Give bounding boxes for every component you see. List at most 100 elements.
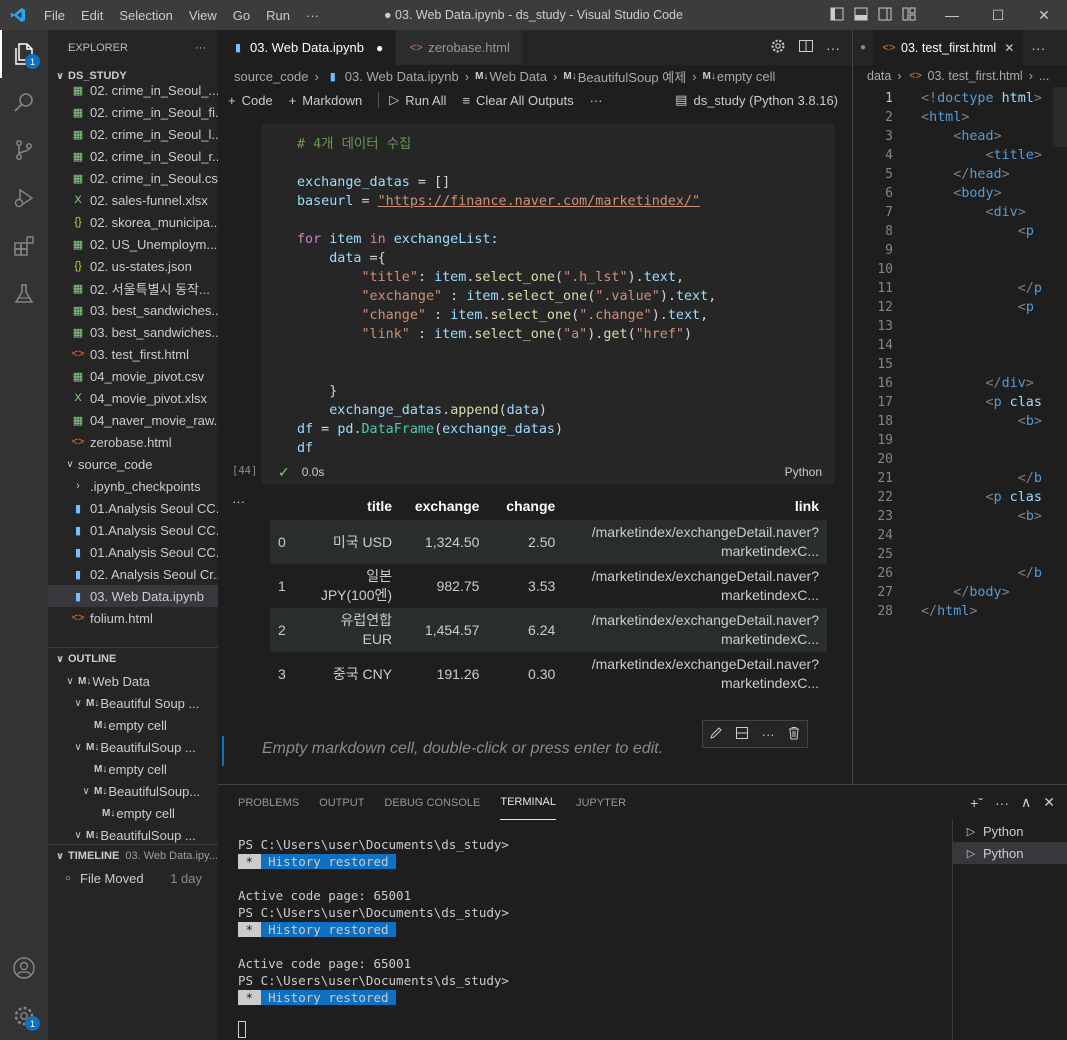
menu-run[interactable]: Run: [258, 8, 298, 23]
toggle-secondary-sidebar-icon[interactable]: [878, 7, 892, 24]
outline-item[interactable]: ∨ M↓ Beautiful Soup ...: [48, 692, 218, 714]
file-item[interactable]: ▦ 03. best_sandwiches...: [48, 321, 218, 343]
crumb-folder[interactable]: data: [867, 69, 891, 83]
file-item[interactable]: ▮ 01.Analysis Seoul CC...: [48, 519, 218, 541]
explorer-more-icon[interactable]: ···: [195, 42, 206, 54]
add-code-button[interactable]: + Code: [228, 93, 273, 108]
markdown-cell-placeholder[interactable]: Empty markdown cell, double-click or pre…: [262, 740, 663, 758]
toggle-sidebar-icon[interactable]: [830, 7, 844, 24]
split-cell-icon[interactable]: [735, 726, 749, 743]
file-item[interactable]: ▦ 02. crime_in_Seoul_r...: [48, 145, 218, 167]
code-cell[interactable]: # 4개 데이터 수집 exchange_datas = [] baseurl …: [262, 124, 834, 484]
split-editor-icon[interactable]: [798, 38, 814, 57]
file-item[interactable]: ▦ 02. crime_in_Seoul_...: [48, 79, 218, 101]
code-area[interactable]: 1 <!doctype html> 2 <html> 3 <head> 4 <title>…: [853, 87, 1067, 784]
new-terminal-icon[interactable]: +ˇ: [970, 795, 983, 811]
outline-item[interactable]: M↓ empty cell: [48, 714, 218, 736]
menu-edit[interactable]: Edit: [73, 8, 111, 23]
minimap[interactable]: [1053, 87, 1067, 147]
explorer-icon[interactable]: 1: [0, 30, 48, 78]
close-panel-icon[interactable]: ✕: [1043, 794, 1055, 811]
maximize-panel-icon[interactable]: ∧: [1021, 794, 1031, 811]
file-item[interactable]: <> 03. test_first.html: [48, 343, 218, 365]
file-item[interactable]: ▦ 02. 서울특별시 동작...: [48, 277, 218, 299]
run-debug-icon[interactable]: [0, 174, 48, 222]
crumb-folder[interactable]: source_code: [234, 69, 308, 84]
menu-more[interactable]: ···: [298, 8, 327, 23]
file-item[interactable]: <> zerobase.html: [48, 431, 218, 453]
file-item[interactable]: ▦ 03. best_sandwiches...: [48, 299, 218, 321]
file-item[interactable]: X 02. sales-funnel.xlsx: [48, 189, 218, 211]
timeline-header[interactable]: ∨ TIMELINE 03. Web Data.ipy...: [48, 845, 218, 867]
terminal-cursor[interactable]: [238, 1021, 246, 1038]
menu-file[interactable]: File: [36, 8, 73, 23]
outline-item[interactable]: M↓ empty cell: [48, 758, 218, 780]
crumb-file[interactable]: 03. test_first.html: [928, 69, 1023, 83]
tab-web-data[interactable]: ▮ 03. Web Data.ipynb ●: [218, 30, 397, 65]
crumb-more[interactable]: ...: [1039, 69, 1049, 83]
menu-view[interactable]: View: [181, 8, 225, 23]
more-actions-icon[interactable]: ···: [826, 40, 840, 56]
tab-zerobase[interactable]: <> zerobase.html: [396, 30, 523, 65]
add-markdown-button[interactable]: + Markdown: [289, 93, 363, 108]
unsaved-dot-icon[interactable]: ●: [376, 41, 383, 55]
extensions-icon[interactable]: [0, 222, 48, 270]
outline-item[interactable]: ∨ M↓ BeautifulSoup ...: [48, 824, 218, 846]
edit-pencil-icon[interactable]: [709, 726, 723, 743]
file-item[interactable]: ▦ 02. crime_in_Seoul.csv: [48, 167, 218, 189]
outline-item[interactable]: ∨ M↓ Web Data: [48, 670, 218, 692]
file-item[interactable]: X 04_movie_pivot.xlsx: [48, 387, 218, 409]
search-icon[interactable]: [0, 78, 48, 126]
file-item[interactable]: ▮ 02. Analysis Seoul Cr...: [48, 563, 218, 585]
subfolder-source-code[interactable]: ∨ source_code: [48, 453, 218, 475]
toolbar-more-icon[interactable]: ···: [590, 93, 603, 108]
terminal-item[interactable]: ▷ Python: [953, 842, 1067, 864]
outline-item[interactable]: M↓ empty cell: [48, 802, 218, 824]
outline-item[interactable]: ∨ M↓ BeautifulSoup ...: [48, 736, 218, 758]
clear-outputs-button[interactable]: ≡ Clear All Outputs: [462, 93, 573, 108]
crumb-file[interactable]: 03. Web Data.ipynb: [345, 69, 459, 84]
file-item[interactable]: › .ipynb_checkpoints: [48, 475, 218, 497]
minimize-icon[interactable]: —: [929, 0, 975, 30]
trash-icon[interactable]: [787, 726, 801, 743]
toggle-panel-icon[interactable]: [854, 7, 868, 24]
maximize-icon[interactable]: ☐: [975, 0, 1021, 30]
crumb-heading[interactable]: Web Data: [489, 69, 547, 84]
close-tab-icon[interactable]: ✕: [1004, 41, 1014, 55]
output-more-icon[interactable]: ···: [232, 494, 245, 509]
testing-flask-icon[interactable]: [0, 270, 48, 318]
run-all-button[interactable]: ▷ Run All: [389, 92, 446, 108]
menu-selection[interactable]: Selection: [111, 8, 180, 23]
source-control-icon[interactable]: [0, 126, 48, 174]
close-window-icon[interactable]: ✕: [1021, 0, 1067, 30]
terminal-item[interactable]: ▷ Python: [953, 820, 1067, 842]
file-item[interactable]: <> folium.html: [48, 607, 218, 629]
crumb-subheading[interactable]: BeautifulSoup 예제: [578, 67, 686, 86]
tab-debug-console[interactable]: DEBUG CONSOLE: [384, 785, 480, 820]
more-actions-icon[interactable]: ···: [1023, 30, 1045, 65]
file-item[interactable]: ▦ 02. crime_in_Seoul_fi...: [48, 101, 218, 123]
tab-output[interactable]: OUTPUT: [319, 785, 364, 820]
manage-gear-icon[interactable]: 1: [0, 992, 48, 1040]
timeline-entry[interactable]: ○ File Moved 1 day: [48, 867, 218, 889]
file-item[interactable]: {} 02. skorea_municipa...: [48, 211, 218, 233]
file-item[interactable]: ▦ 02. US_Unemploym...: [48, 233, 218, 255]
file-item[interactable]: ▦ 04_movie_pivot.csv: [48, 365, 218, 387]
cell-more-icon[interactable]: ···: [762, 727, 775, 742]
file-item[interactable]: ▦ 02. crime_in_Seoul_l...: [48, 123, 218, 145]
tab-terminal[interactable]: TERMINAL: [500, 785, 556, 820]
cell-language[interactable]: Python: [785, 465, 822, 479]
tab-problems[interactable]: PROBLEMS: [238, 785, 299, 820]
file-item[interactable]: {} 02. us-states.json: [48, 255, 218, 277]
outline-item[interactable]: ∨ M↓ BeautifulSoup...: [48, 780, 218, 802]
tab-test-first[interactable]: <> 03. test_first.html ✕: [873, 30, 1024, 65]
file-item[interactable]: ▮ 01.Analysis Seoul CC...: [48, 497, 218, 519]
file-item[interactable]: ▦ 04_naver_movie_raw...: [48, 409, 218, 431]
kernel-picker[interactable]: ▤ ds_study (Python 3.8.16): [675, 92, 838, 108]
tab-jupyter[interactable]: JUPYTER: [576, 785, 626, 820]
crumb-cell[interactable]: empty cell: [717, 69, 776, 84]
gear-icon[interactable]: [770, 38, 786, 57]
file-item[interactable]: ▮ 03. Web Data.ipynb: [48, 585, 218, 607]
accounts-icon[interactable]: [0, 944, 48, 992]
file-item[interactable]: ▮ 01.Analysis Seoul CC...: [48, 541, 218, 563]
